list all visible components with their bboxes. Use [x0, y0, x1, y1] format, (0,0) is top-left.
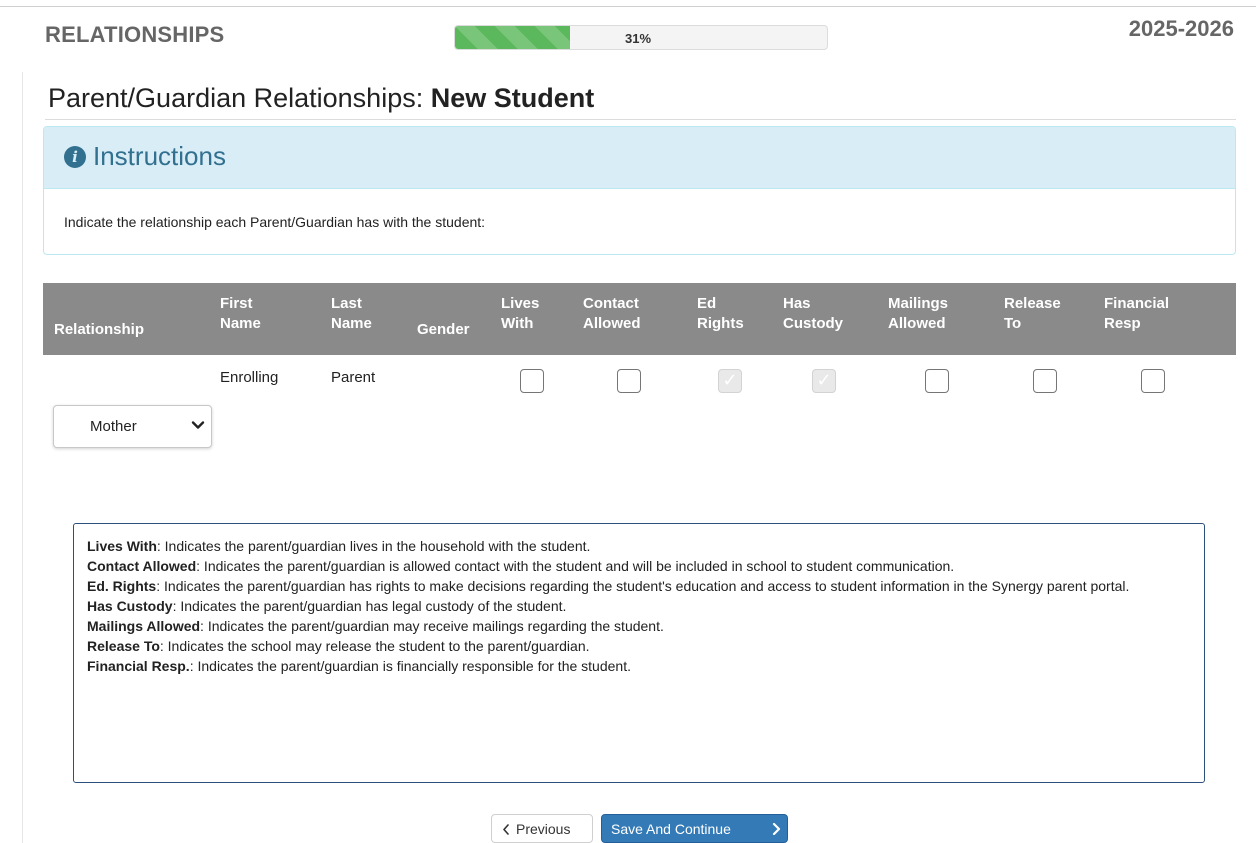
info-circle-icon: i [64, 146, 86, 168]
previous-button-label: Previous [516, 821, 571, 837]
definition-release-to: Release To: Indicates the school may rel… [87, 638, 590, 654]
definition-lives-with: Lives With: Indicates the parent/guardia… [87, 538, 591, 554]
progress-label: 31% [625, 31, 652, 46]
save-and-continue-label: Save And Continue [611, 821, 731, 837]
page-title: Parent/Guardian Relationships: New Stude… [48, 83, 594, 114]
title-divider [45, 119, 1236, 120]
cell-first-name: Enrolling [220, 369, 279, 386]
chevron-right-icon [772, 823, 781, 835]
header-contact-allowed: Contact Allowed [583, 295, 641, 332]
top-divider [0, 6, 1256, 7]
definition-financial-resp: Financial Resp.: Indicates the parent/gu… [87, 658, 631, 674]
definition-has-custody: Has Custody: Indicates the parent/guardi… [87, 598, 567, 614]
header-relationship: Relationship [54, 321, 145, 338]
header-first-name: First Name [220, 295, 261, 332]
has-custody-checkbox: ✓ [812, 369, 836, 393]
field-definitions-box: Lives With: Indicates the parent/guardia… [73, 523, 1205, 783]
header-last-name: Last Name [331, 295, 372, 332]
left-divider [22, 72, 23, 843]
relationship-select-value: Mother [90, 418, 137, 435]
header-financial-resp: Financial Resp [1104, 295, 1170, 332]
instructions-panel: i Instructions [43, 126, 1236, 255]
release-to-checkbox[interactable] [1033, 369, 1057, 393]
page-title-prefix: Parent/Guardian Relationships: [48, 83, 431, 113]
progress-bar-fill [455, 26, 571, 49]
definition-mailings-allowed: Mailings Allowed: Indicates the parent/g… [87, 618, 664, 634]
ed-rights-checkbox: ✓ [718, 369, 742, 393]
header-release-to: Release To [1004, 295, 1061, 332]
definition-ed-rights: Ed. Rights: Indicates the parent/guardia… [87, 578, 1130, 594]
school-year: 2025-2026 [1128, 16, 1234, 41]
mailings-allowed-checkbox[interactable] [925, 369, 949, 393]
header-mailings-allowed: Mailings Allowed [888, 295, 949, 332]
relationship-select[interactable]: Mother [53, 405, 212, 448]
student-name: New Student [430, 83, 595, 113]
instructions-title: Instructions [93, 141, 226, 171]
chevron-down-icon [191, 421, 205, 429]
header-ed-rights: Ed Rights [697, 295, 744, 332]
lives-with-checkbox[interactable] [520, 369, 544, 393]
previous-button[interactable]: Previous [491, 814, 593, 843]
section-title: RELATIONSHIPS [45, 22, 225, 47]
header-lives-with: Lives With [501, 295, 540, 332]
financial-resp-checkbox[interactable] [1141, 369, 1165, 393]
chevron-left-icon [503, 824, 509, 835]
definition-contact-allowed: Contact Allowed: Indicates the parent/gu… [87, 558, 955, 574]
contact-allowed-checkbox[interactable] [617, 369, 641, 393]
save-and-continue-button[interactable]: Save And Continue [601, 814, 788, 843]
progress-bar: 31% [454, 25, 828, 50]
instructions-text: Indicate the relationship each Parent/Gu… [64, 214, 486, 230]
header-gender: Gender [417, 321, 470, 338]
instructions-header: i Instructions [44, 127, 1235, 189]
cell-last-name: Parent [331, 369, 376, 386]
header-has-custody: Has Custody [783, 295, 843, 332]
relationships-table-header: Relationship First Name Last Name Gender L… [43, 283, 1236, 355]
